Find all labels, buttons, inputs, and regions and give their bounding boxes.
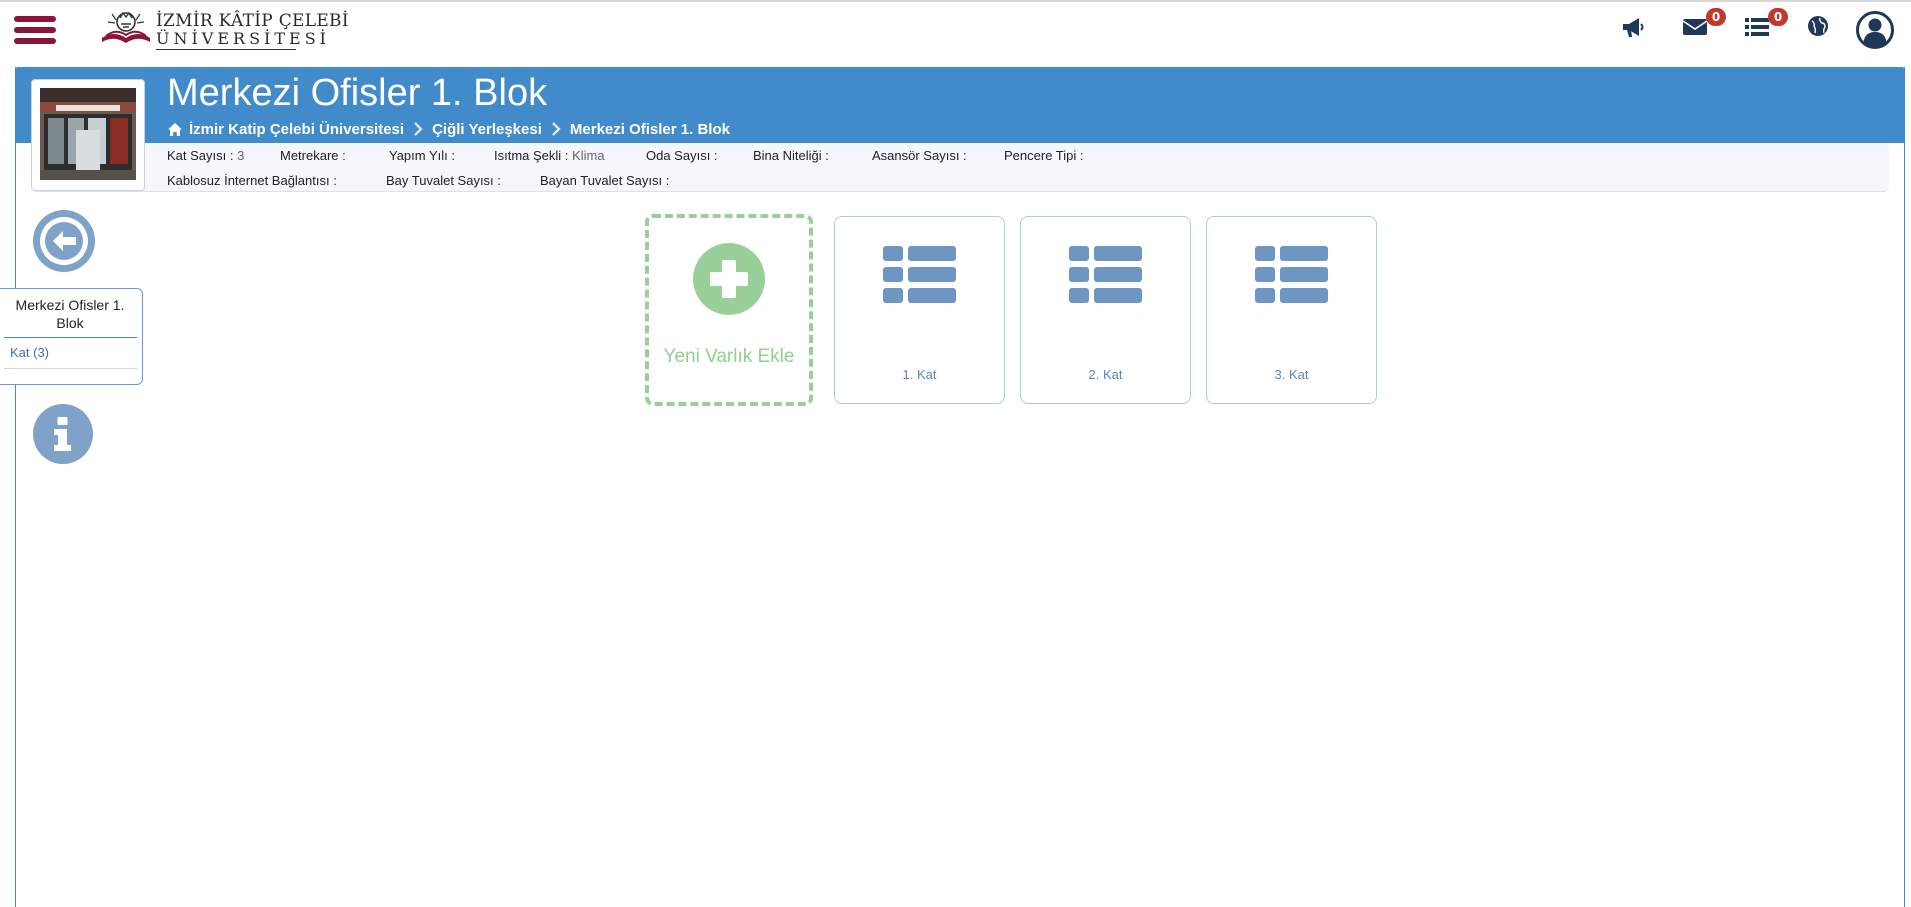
- floor-tile-label: 2. Kat: [1088, 367, 1123, 382]
- megaphone-icon[interactable]: [1620, 14, 1650, 44]
- floor-tile-label: 1. Kat: [902, 367, 937, 382]
- list-icon: [883, 246, 956, 303]
- side-nav-panel: Merkezi Ofisler 1. Blok Kat (3): [0, 288, 143, 385]
- logo-emblem-icon: [102, 11, 150, 43]
- content-frame: [15, 67, 1905, 907]
- breadcrumb-campus[interactable]: Çiğli Yerleşkesi: [432, 121, 542, 138]
- chevron-right-icon: [552, 122, 561, 136]
- list-icon: [1255, 246, 1328, 303]
- logo-underline: [156, 49, 296, 50]
- top-navbar: İZMİR KÂTİP ÇELEBİ ÜNİVERSİTESİ 0 0: [0, 0, 1911, 56]
- envelope-icon[interactable]: 0: [1682, 8, 1726, 44]
- plus-circle-icon: [693, 243, 765, 315]
- university-logo[interactable]: İZMİR KÂTİP ÇELEBİ ÜNİVERSİTESİ: [98, 8, 349, 50]
- info-circle-icon: [33, 404, 93, 464]
- info-elevator-count: Asansör Sayısı :: [872, 148, 967, 163]
- back-button[interactable]: [33, 210, 95, 272]
- building-image: [40, 88, 136, 180]
- tasks-list-icon[interactable]: 0: [1744, 8, 1788, 44]
- info-heating: Isıtma Şekli : Klima: [494, 148, 605, 163]
- user-icon[interactable]: [1856, 11, 1894, 49]
- messages-badge: 0: [1706, 8, 1726, 26]
- building-photo: [31, 79, 145, 191]
- info-build-year: Yapım Yılı :: [389, 148, 455, 163]
- breadcrumb-building[interactable]: Merkezi Ofisler 1. Blok: [570, 121, 730, 138]
- info-button[interactable]: [33, 404, 93, 464]
- info-room-count: Oda Sayısı :: [646, 148, 718, 163]
- side-nav-title: Merkezi Ofisler 1. Blok: [15, 297, 125, 331]
- floor-tile-2[interactable]: 2. Kat: [1020, 216, 1191, 404]
- breadcrumb: İzmir Katip Çelebi Üniversitesi Çiğli Ye…: [167, 119, 730, 139]
- floor-tile-label: 3. Kat: [1274, 367, 1309, 382]
- chevron-right-icon: [414, 122, 423, 136]
- info-building-type: Bina Niteliği :: [753, 148, 829, 163]
- add-asset-label: Yeni Varlık Ekle: [663, 346, 795, 367]
- breadcrumb-university[interactable]: İzmir Katip Çelebi Üniversitesi: [189, 121, 404, 138]
- floor-tile-3[interactable]: 3. Kat: [1206, 216, 1377, 404]
- home-icon[interactable]: [167, 122, 183, 137]
- side-nav-item-floors[interactable]: Kat (3): [10, 345, 49, 360]
- tasks-badge: 0: [1768, 8, 1788, 26]
- floor-tile-1[interactable]: 1. Kat: [834, 216, 1005, 404]
- logo-subtitle: ÜNİVERSİTESİ: [156, 29, 330, 48]
- info-window-type: Pencere Tipi :: [1004, 148, 1084, 163]
- page-title: Merkezi Ofisler 1. Blok: [167, 72, 548, 114]
- info-area: Metrekare :: [280, 148, 346, 163]
- logo-title: İZMİR KÂTİP ÇELEBİ: [156, 11, 349, 31]
- divider: [4, 337, 137, 338]
- globe-icon[interactable]: [1806, 14, 1836, 44]
- info-mens-toilet: Bay Tuvalet Sayısı :: [386, 173, 501, 188]
- divider: [4, 368, 137, 369]
- arrow-left-circle-icon: [33, 210, 95, 272]
- menu-icon[interactable]: [14, 16, 56, 44]
- list-icon: [1069, 246, 1142, 303]
- info-wifi: Kablosuz İnternet Bağlantısı :: [167, 173, 337, 188]
- info-womens-toilet: Bayan Tuvalet Sayısı :: [540, 173, 670, 188]
- add-asset-tile[interactable]: Yeni Varlık Ekle: [645, 214, 813, 406]
- info-floor-count: Kat Sayısı : 3: [167, 148, 245, 163]
